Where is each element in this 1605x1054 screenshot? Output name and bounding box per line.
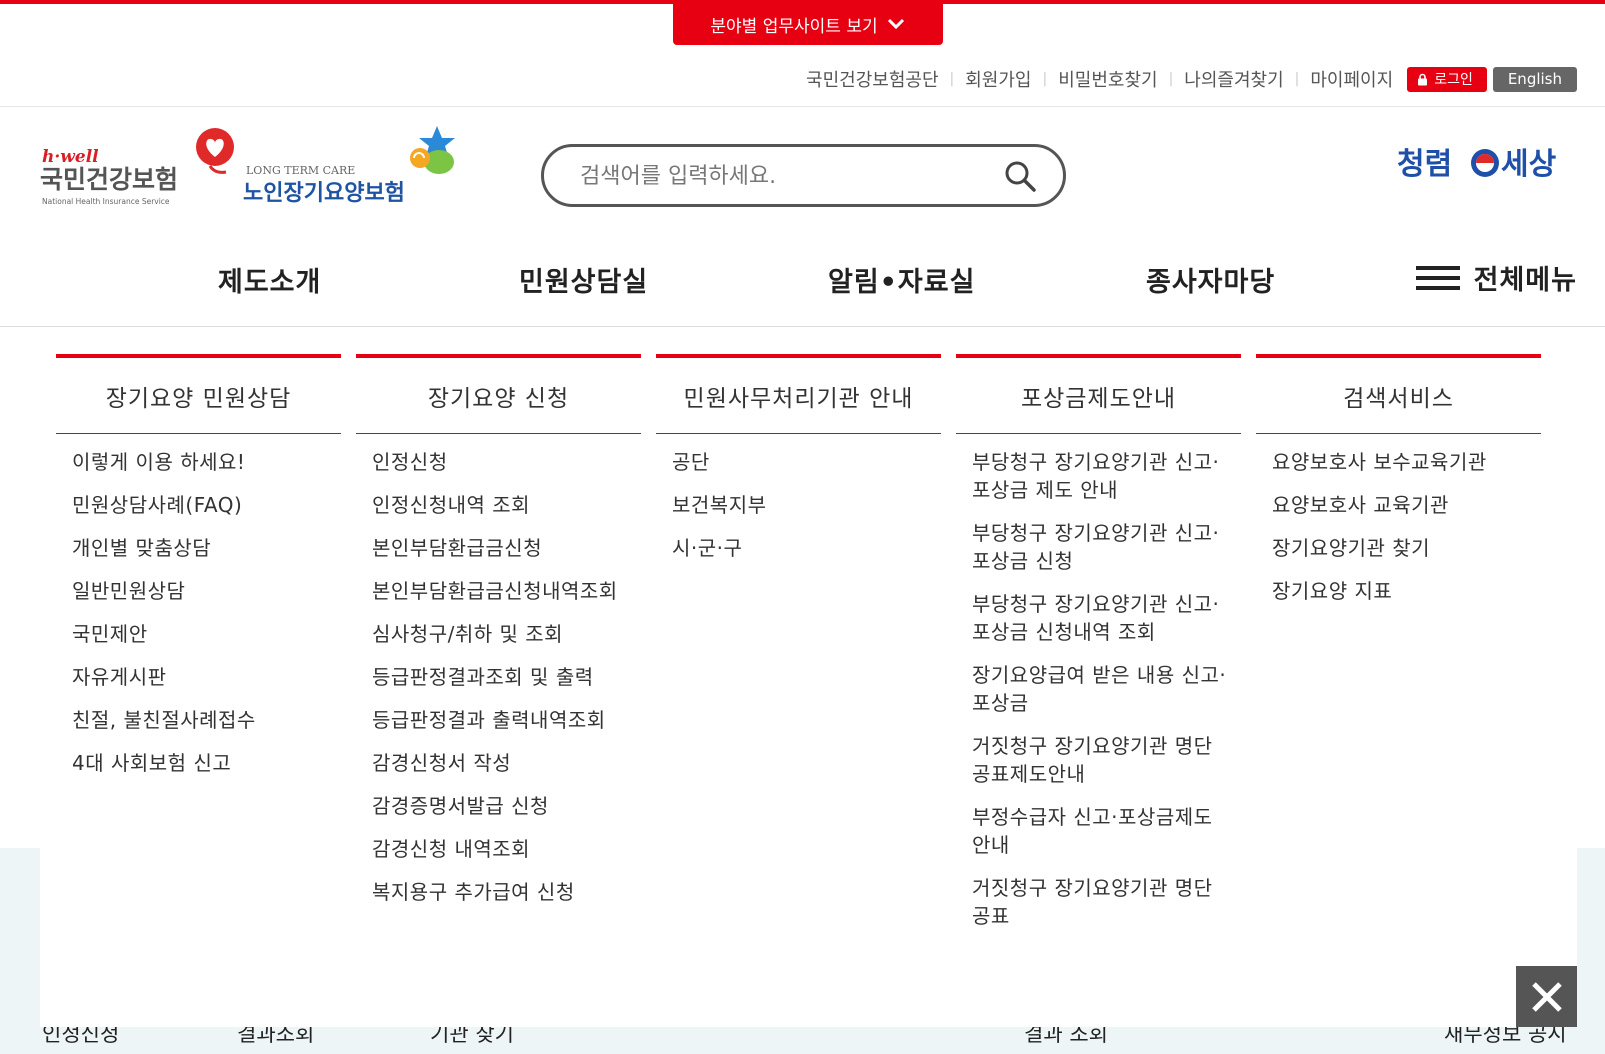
menu-link[interactable]: 요양보호사 보수교육기관 bbox=[1272, 448, 1531, 476]
campaign-text-b: 세상 bbox=[1501, 147, 1557, 182]
login-label: 로그인 bbox=[1434, 72, 1473, 88]
menu-link[interactable]: 부정수급자 신고·포상금제도 안내 bbox=[972, 803, 1231, 859]
menu-link[interactable]: 시·군·구 bbox=[672, 534, 931, 562]
english-button[interactable]: English bbox=[1492, 66, 1577, 92]
menu-link[interactable]: 부당청구 장기요양기관 신고·포상금 신청내역 조회 bbox=[972, 590, 1231, 646]
search-icon[interactable] bbox=[1003, 159, 1037, 193]
gnb-item-workers[interactable]: 종사자마당 bbox=[1146, 260, 1275, 299]
menu-link[interactable]: 등급판정결과 출력내역조회 bbox=[372, 706, 631, 734]
divider: | bbox=[1294, 71, 1300, 87]
menu-link[interactable]: 인정신청내역 조회 bbox=[372, 491, 631, 519]
global-nav: 제도소개 민원상담실 알림•자료실 종사자마당 전체메뉴 bbox=[0, 240, 1605, 327]
divider: | bbox=[1042, 71, 1048, 87]
all-menu-button[interactable]: 전체메뉴 bbox=[1415, 258, 1577, 297]
chevron-down-icon bbox=[887, 18, 904, 30]
menu-link[interactable]: 복지용구 추가급여 신청 bbox=[372, 878, 631, 906]
menu-column-search-services: 검색서비스 요양보호사 보수교육기관 요양보호사 교육기관 장기요양기관 찾기 … bbox=[1256, 354, 1541, 620]
ltc-en-text: LONG TERM CARE bbox=[246, 164, 355, 177]
menu-link[interactable]: 본인부담환급금신청내역조회 bbox=[372, 577, 631, 605]
menu-link[interactable]: 자유게시판 bbox=[72, 663, 331, 691]
menu-link[interactable]: 공단 bbox=[672, 448, 931, 476]
nhis-name-text: 국민건강보험 bbox=[40, 165, 178, 194]
menu-link[interactable]: 4대 사회보험 신고 bbox=[72, 749, 331, 777]
nhis-brand-text: h·well bbox=[42, 147, 99, 167]
utility-nav: 국민건강보험공단 | 회원가입 | 비밀번호찾기 | 나의즐겨찾기 | 마이페이… bbox=[806, 66, 1577, 92]
divider: | bbox=[1168, 71, 1174, 87]
field-sites-label: 분야별 업무사이트 보기 bbox=[710, 16, 878, 37]
hamburger-icon bbox=[1415, 265, 1460, 290]
menu-link[interactable]: 감경신청 내역조회 bbox=[372, 835, 631, 863]
close-icon bbox=[1531, 981, 1562, 1012]
close-menu-button[interactable] bbox=[1516, 966, 1577, 1027]
menu-link[interactable]: 인정신청 bbox=[372, 448, 631, 476]
menu-link[interactable]: 부당청구 장기요양기관 신고·포상금 제도 안내 bbox=[972, 448, 1231, 504]
menu-link[interactable]: 거짓청구 장기요양기관 명단 공표 bbox=[972, 874, 1231, 930]
english-label: English bbox=[1507, 70, 1562, 88]
menu-link[interactable]: 장기요양급여 받은 내용 신고·포상금 bbox=[972, 661, 1231, 717]
header-divider bbox=[0, 106, 1605, 107]
menu-link[interactable]: 감경신청서 작성 bbox=[372, 749, 631, 777]
menu-link[interactable]: 장기요양 지표 bbox=[1272, 577, 1531, 605]
menu-link[interactable]: 등급판정결과조회 및 출력 bbox=[372, 663, 631, 691]
menu-link[interactable]: 감경증명서발급 신청 bbox=[372, 792, 631, 820]
mega-menu-panel: 장기요양 민원상담 이렇게 이용 하세요! 민원상담사례(FAQ) 개인별 맞춤… bbox=[40, 327, 1577, 1027]
utility-link-nhis[interactable]: 국민건강보험공단 bbox=[806, 66, 938, 92]
menu-column-title[interactable]: 민원사무처리기관 안내 bbox=[656, 354, 941, 434]
menu-link[interactable]: 이렇게 이용 하세요! bbox=[72, 448, 331, 476]
menu-column-title[interactable]: 장기요양 신청 bbox=[356, 354, 641, 434]
menu-link[interactable]: 보건복지부 bbox=[672, 491, 931, 519]
menu-column-title[interactable]: 포상금제도안내 bbox=[956, 354, 1241, 434]
long-term-care-logo[interactable]: LONG TERM CARE 노인장기요양보험 bbox=[243, 126, 463, 210]
menu-link[interactable]: 국민제안 bbox=[72, 620, 331, 648]
menu-link[interactable]: 친절, 불친절사례접수 bbox=[72, 706, 331, 734]
gnb-item-notices[interactable]: 알림•자료실 bbox=[828, 260, 975, 299]
nhis-en-text: National Health Insurance Service bbox=[42, 197, 170, 206]
all-menu-label: 전체메뉴 bbox=[1473, 265, 1577, 296]
menu-link[interactable]: 장기요양기관 찾기 bbox=[1272, 534, 1531, 562]
field-sites-button[interactable]: 분야별 업무사이트 보기 bbox=[673, 3, 943, 45]
menu-link[interactable]: 민원상담사례(FAQ) bbox=[72, 491, 331, 519]
menu-column-civil-consult: 장기요양 민원상담 이렇게 이용 하세요! 민원상담사례(FAQ) 개인별 맞춤… bbox=[56, 354, 341, 792]
utility-link-favorites[interactable]: 나의즐겨찾기 bbox=[1184, 66, 1283, 92]
login-button[interactable]: 로그인 bbox=[1407, 66, 1487, 92]
ltc-mascot-icon bbox=[410, 126, 455, 174]
gnb-item-civil-service[interactable]: 민원상담실 bbox=[519, 260, 648, 299]
menu-link[interactable]: 부당청구 장기요양기관 신고·포상금 신청 bbox=[972, 519, 1231, 575]
menu-column-reward: 포상금제도안내 부당청구 장기요양기관 신고·포상금 제도 안내 부당청구 장기… bbox=[956, 354, 1241, 945]
menu-link[interactable]: 거짓청구 장기요양기관 명단 공표제도안내 bbox=[972, 732, 1231, 788]
utility-link-find-password[interactable]: 비밀번호찾기 bbox=[1058, 66, 1157, 92]
integrity-campaign-logo: 청렴 세상 bbox=[1397, 147, 1557, 182]
divider: | bbox=[949, 71, 955, 87]
search-input[interactable] bbox=[578, 156, 982, 196]
utility-link-signup[interactable]: 회원가입 bbox=[965, 66, 1031, 92]
search-box bbox=[541, 144, 1066, 207]
lock-icon bbox=[1418, 73, 1428, 85]
menu-link[interactable]: 본인부담환급금신청 bbox=[372, 534, 631, 562]
campaign-text-a: 청렴 bbox=[1397, 147, 1452, 182]
menu-link[interactable]: 일반민원상담 bbox=[72, 577, 331, 605]
menu-column-title[interactable]: 장기요양 민원상담 bbox=[56, 354, 341, 434]
nhis-logo[interactable]: h·well 국민건강보험 National Health Insurance … bbox=[40, 126, 240, 210]
menu-link[interactable]: 개인별 맞춤상담 bbox=[72, 534, 331, 562]
menu-link[interactable]: 심사청구/취하 및 조회 bbox=[372, 620, 631, 648]
menu-link[interactable]: 요양보호사 교육기관 bbox=[1272, 491, 1531, 519]
menu-column-title[interactable]: 검색서비스 bbox=[1256, 354, 1541, 434]
ltc-name-text: 노인장기요양보험 bbox=[243, 180, 405, 206]
menu-column-agencies: 민원사무처리기관 안내 공단 보건복지부 시·군·구 bbox=[656, 354, 941, 577]
gnb-item-system-intro[interactable]: 제도소개 bbox=[218, 260, 321, 299]
utility-link-mypage[interactable]: 마이페이지 bbox=[1310, 66, 1393, 92]
menu-column-application: 장기요양 신청 인정신청 인정신청내역 조회 본인부담환급금신청 본인부담환급금… bbox=[356, 354, 641, 921]
